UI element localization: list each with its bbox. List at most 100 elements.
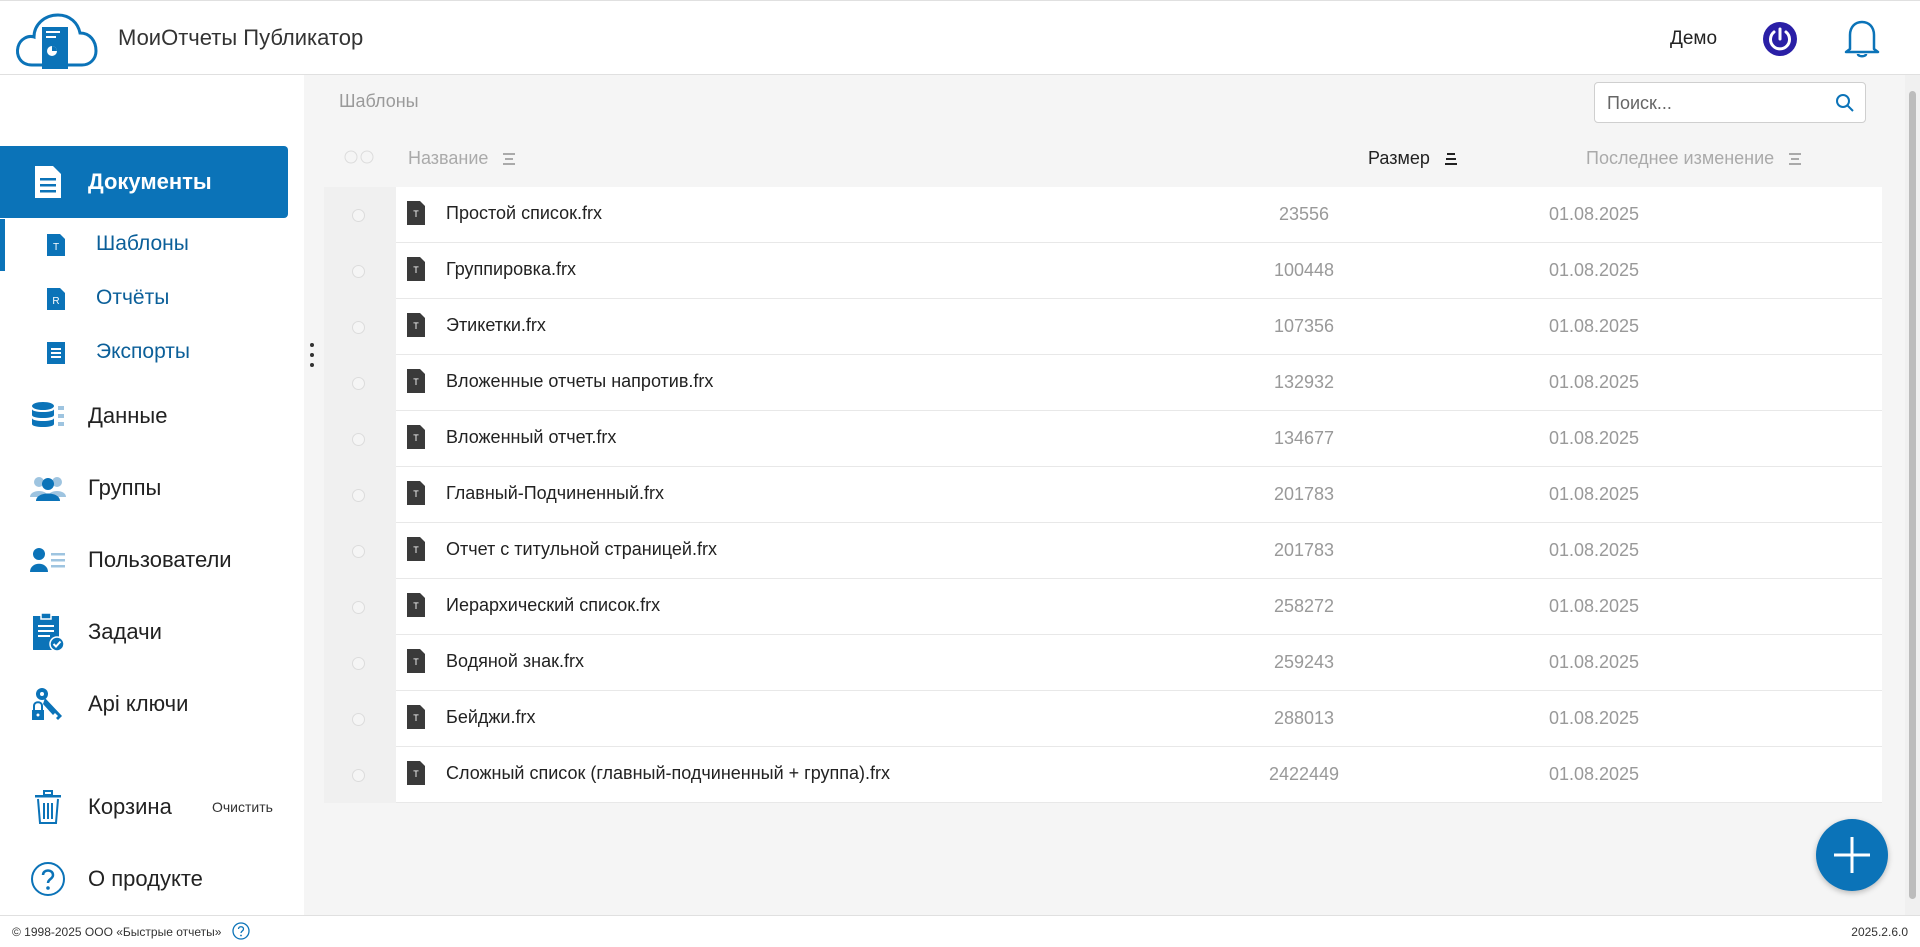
column-header-label: Последнее изменение: [1586, 148, 1775, 168]
row-select-radio[interactable]: [352, 489, 365, 502]
row-content[interactable]: T Отчет с титульной страницей.frx 201783 01…: [396, 523, 1882, 579]
search-icon[interactable]: [1835, 93, 1855, 113]
file-modified-date: 01.08.2025: [1548, 204, 1640, 224]
table-row: T Сложный список (главный-подчиненный + г…: [324, 747, 1882, 803]
table-row: T Иерархический список.frx 258272 01.08.202…: [324, 579, 1882, 635]
svg-text:T: T: [413, 545, 419, 555]
groups-icon: [28, 468, 68, 508]
sidebar-item-label: Документы: [88, 169, 212, 194]
row-select-radio[interactable]: [352, 433, 365, 446]
user-name[interactable]: Демо: [1670, 28, 1717, 50]
sidebar-item-trash[interactable]: Корзина: [0, 771, 200, 843]
row-select-radio[interactable]: [352, 601, 365, 614]
row-content[interactable]: T Вложенный отчет.frx 134677 01.08.2025: [396, 411, 1882, 467]
svg-text:T: T: [413, 489, 419, 499]
file-modified-date: 01.08.2025: [1548, 708, 1640, 728]
sidebar-subitem-templates[interactable]: T Шаблоны: [0, 219, 288, 271]
row-select-radio[interactable]: [352, 545, 365, 558]
sidebar-item-label: Api ключи: [88, 691, 189, 716]
table-row: T Группировка.frx 100448 01.08.2025: [324, 243, 1882, 299]
export-file-icon: [47, 342, 65, 364]
scrollbar[interactable]: [1905, 75, 1920, 915]
svg-text:T: T: [413, 377, 419, 387]
sidebar-item-data[interactable]: Данные: [0, 380, 288, 452]
file-name: Группировка.frx: [446, 259, 576, 279]
scrollbar-thumb[interactable]: [1909, 91, 1916, 899]
row-select-radio[interactable]: [352, 657, 365, 670]
sidebar-subitem-reports[interactable]: R Отчёты: [0, 273, 288, 325]
file-name: Простой список.frx: [446, 203, 602, 223]
breadcrumb: Шаблоны: [339, 91, 419, 111]
column-header-size[interactable]: Размер: [1368, 148, 1458, 169]
search-input[interactable]: [1607, 91, 1827, 115]
file-modified-date: 01.08.2025: [1548, 428, 1640, 448]
file-size: 288013: [1273, 708, 1335, 728]
row-content[interactable]: T Сложный список (главный-подчиненный + г…: [396, 747, 1882, 803]
row-content[interactable]: T Главный-Подчиненный.frx 201783 01.08.2025: [396, 467, 1882, 523]
sidebar-subitem-label: Экспорты: [96, 340, 190, 363]
cloud-logo-icon[interactable]: [14, 9, 98, 71]
row-select-radio[interactable]: [352, 265, 365, 278]
svg-text:R: R: [52, 296, 59, 307]
column-header-modified[interactable]: Последнее изменение: [1586, 148, 1802, 169]
sidebar-splitter-handle[interactable]: [308, 337, 316, 385]
sidebar-item-users[interactable]: Пользователи: [0, 524, 288, 596]
svg-text:T: T: [413, 321, 419, 331]
row-select-radio[interactable]: [352, 769, 365, 782]
power-icon[interactable]: [1762, 21, 1798, 57]
sidebar-item-label: Данные: [88, 403, 168, 428]
sidebar-item-groups[interactable]: Группы: [0, 452, 288, 524]
documents-icon: [28, 162, 68, 202]
help-icon[interactable]: [232, 922, 250, 940]
row-select-cell: [324, 243, 396, 299]
file-name: Этикетки.frx: [446, 315, 546, 335]
report-file-icon: R: [47, 288, 65, 310]
svg-text:T: T: [413, 657, 419, 667]
template-file-icon: T: [407, 761, 425, 785]
svg-text:T: T: [413, 433, 419, 443]
copyright-text: © 1998-2025 ООО «Быстрые отчеты»: [12, 925, 222, 939]
sidebar-item-api-keys[interactable]: Api ключи: [0, 668, 288, 740]
row-select-radio[interactable]: [352, 209, 365, 222]
template-file-icon: T: [407, 649, 425, 673]
template-file-icon: T: [47, 234, 65, 256]
file-modified-date: 01.08.2025: [1548, 484, 1640, 504]
file-name: Бейджи.frx: [446, 707, 536, 727]
sort-active-icon: [1444, 152, 1457, 165]
file-modified-date: 01.08.2025: [1548, 372, 1640, 392]
row-content[interactable]: T Группировка.frx 100448 01.08.2025: [396, 243, 1882, 299]
sidebar-item-about[interactable]: О продукте: [0, 843, 288, 915]
row-select-radio[interactable]: [352, 713, 365, 726]
sidebar-item-tasks[interactable]: Задачи: [0, 596, 288, 668]
clear-trash-button[interactable]: Очистить: [212, 799, 273, 815]
file-modified-date: 01.08.2025: [1548, 540, 1640, 560]
sidebar-item-documents[interactable]: Документы: [0, 146, 288, 218]
row-content[interactable]: T Простой список.frx 23556 01.08.2025: [396, 187, 1882, 243]
template-file-icon: T: [407, 201, 425, 225]
file-size: 134677: [1273, 428, 1335, 448]
table-row: T Простой список.frx 23556 01.08.2025: [324, 187, 1882, 243]
bell-icon[interactable]: [1842, 17, 1882, 59]
file-name: Иерархический список.frx: [446, 595, 661, 615]
row-content[interactable]: T Вложенные отчеты напротив.frx 132932 01.0…: [396, 355, 1882, 411]
row-content[interactable]: T Этикетки.frx 107356 01.08.2025: [396, 299, 1882, 355]
row-content[interactable]: T Иерархический список.frx 258272 01.08.202…: [396, 579, 1882, 635]
row-select-radio[interactable]: [352, 321, 365, 334]
file-size: 132932: [1273, 372, 1335, 392]
template-file-icon: T: [407, 313, 425, 337]
column-header-name[interactable]: Название: [408, 148, 516, 169]
sidebar-subitem-exports[interactable]: Экспорты: [0, 327, 288, 379]
file-modified-date: 01.08.2025: [1548, 260, 1640, 280]
row-content[interactable]: T Бейджи.frx 288013 01.08.2025: [396, 691, 1882, 747]
template-file-icon: T: [407, 593, 425, 617]
table-row: T Водяной знак.frx 259243 01.08.2025: [324, 635, 1882, 691]
file-size: 201783: [1273, 484, 1335, 504]
template-file-icon: T: [407, 481, 425, 505]
row-select-radio[interactable]: [352, 377, 365, 390]
add-button[interactable]: [1816, 819, 1888, 891]
file-size: 258272: [1273, 596, 1335, 616]
row-content[interactable]: T Водяной знак.frx 259243 01.08.2025: [396, 635, 1882, 691]
table-row: T Главный-Подчиненный.frx 201783 01.08.2025: [324, 467, 1882, 523]
svg-text:T: T: [413, 601, 419, 611]
svg-text:T: T: [413, 209, 419, 219]
